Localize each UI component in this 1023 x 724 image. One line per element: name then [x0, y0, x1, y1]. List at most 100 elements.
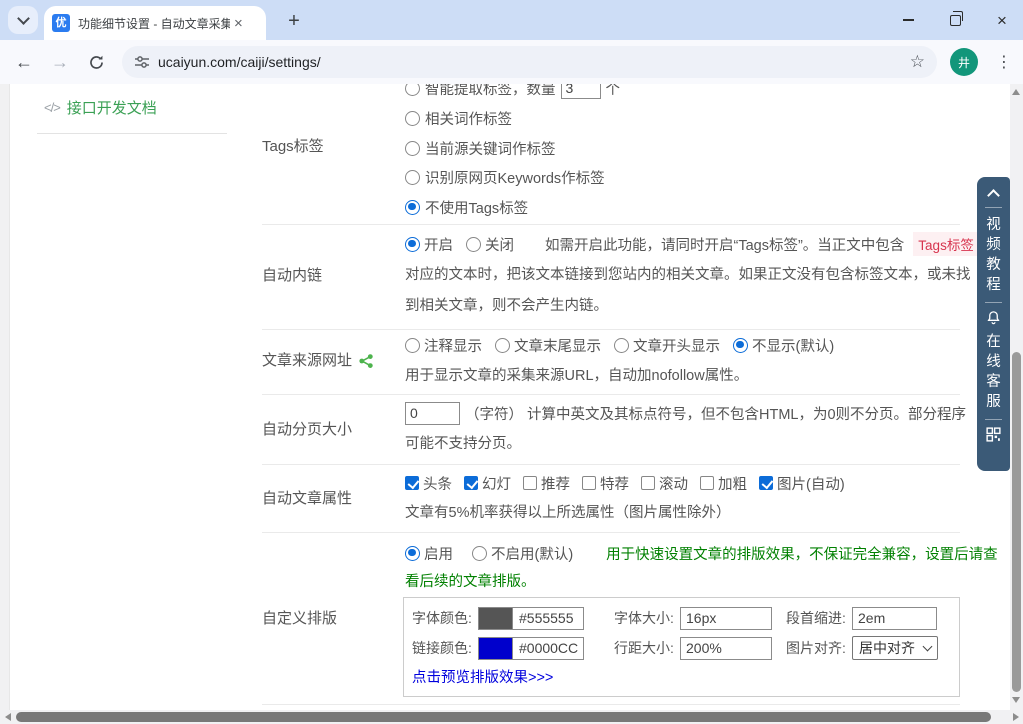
tab-close-icon[interactable]: ×: [234, 15, 243, 32]
indent-input[interactable]: [852, 607, 937, 630]
sidebar-item-label[interactable]: 接口开发文档: [67, 97, 157, 118]
font-color-value[interactable]: #555555: [513, 608, 583, 629]
font-size-input[interactable]: [680, 607, 772, 630]
bell-icon[interactable]: [986, 310, 1001, 325]
source-option-header[interactable]: 文章开头显示: [614, 335, 720, 356]
checkbox-checked-icon[interactable]: [464, 476, 478, 490]
forward-button[interactable]: →: [47, 49, 73, 75]
scroll-right-arrow[interactable]: [1013, 713, 1019, 721]
radio-icon[interactable]: [405, 141, 420, 156]
scroll-down-arrow[interactable]: [1012, 697, 1020, 703]
checkbox-checked-icon[interactable]: [759, 476, 773, 490]
link-color-field[interactable]: #0000CC: [478, 637, 584, 660]
img-align-select[interactable]: 居中对齐: [852, 636, 938, 660]
preview-layout-link[interactable]: 点击预览排版效果>>>: [412, 666, 553, 687]
attr-image-auto[interactable]: 图片(自动): [759, 473, 845, 494]
attr-bold[interactable]: 加粗: [700, 473, 747, 494]
innerlink-on-option[interactable]: 开启: [405, 234, 453, 255]
option-label: 关闭: [485, 234, 514, 255]
window-restore-button[interactable]: [932, 0, 978, 40]
page-content: </> 接口开发文档 Tags标签 智能提取标签，数量 个 相关词作标签 当前源…: [0, 84, 1023, 724]
browser-window: 优 功能细节设置 - 自动文章采集器 × + × ← →: [0, 0, 1023, 724]
select-value: 居中对齐: [859, 638, 915, 658]
panel-divider: [985, 302, 1002, 303]
line-height-input[interactable]: [680, 637, 772, 660]
attr-featured[interactable]: 特荐: [582, 473, 629, 494]
source-option-comment[interactable]: 注释显示: [405, 335, 482, 356]
row-divider: [262, 532, 960, 533]
page-left-gutter: [0, 84, 10, 710]
attr-recommend[interactable]: 推荐: [523, 473, 570, 494]
attr-scroll[interactable]: 滚动: [641, 473, 688, 494]
radio-icon[interactable]: [405, 338, 420, 353]
checkbox-icon[interactable]: [641, 476, 655, 490]
tab-search-button[interactable]: [8, 6, 38, 34]
link-color-swatch[interactable]: [479, 638, 513, 659]
checkbox-icon[interactable]: [582, 476, 596, 490]
checkbox-icon[interactable]: [523, 476, 537, 490]
radio-checked-icon[interactable]: [405, 200, 420, 215]
site-settings-icon[interactable]: [134, 54, 150, 70]
online-service-button[interactable]: 在线客服: [986, 332, 1002, 412]
profile-avatar[interactable]: 井: [950, 48, 978, 76]
radio-icon[interactable]: [472, 546, 487, 561]
reload-button[interactable]: [83, 49, 109, 75]
row-divider: [262, 394, 960, 395]
back-button[interactable]: ←: [11, 49, 37, 75]
row-divider: [262, 329, 960, 330]
share-icon: [358, 353, 374, 369]
radio-icon[interactable]: [405, 84, 420, 96]
line-height-label: 行距大小:: [614, 638, 680, 658]
radio-icon[interactable]: [466, 237, 481, 252]
horizontal-scrollbar-thumb[interactable]: [16, 712, 991, 722]
url-text[interactable]: ucaiyun.com/caiji/settings/: [158, 54, 910, 70]
video-tutorial-button[interactable]: 视频教程: [986, 215, 1002, 295]
active-tab[interactable]: 优 功能细节设置 - 自动文章采集器 ×: [44, 6, 266, 40]
font-color-label: 字体颜色:: [412, 608, 478, 628]
radio-checked-icon[interactable]: [405, 546, 420, 561]
radio-checked-icon[interactable]: [733, 338, 748, 353]
tags-highlight-badge: Tags标签: [913, 232, 979, 256]
attrs-checkbox-line: 头条 幻灯 推荐 特荐 滚动 加粗: [405, 472, 845, 494]
pagination-size-input[interactable]: [405, 402, 460, 425]
attr-headline[interactable]: 头条: [405, 473, 452, 494]
font-color-swatch[interactable]: [479, 608, 513, 629]
link-color-value[interactable]: #0000CC: [513, 638, 583, 659]
new-tab-button[interactable]: +: [280, 7, 308, 35]
font-color-field[interactable]: #555555: [478, 607, 584, 630]
radio-icon[interactable]: [405, 111, 420, 126]
scroll-up-arrow[interactable]: [1012, 89, 1020, 95]
radio-checked-icon[interactable]: [405, 237, 420, 252]
tags-count-input[interactable]: [561, 84, 601, 99]
checkbox-checked-icon[interactable]: [405, 476, 419, 490]
layout-off-option[interactable]: 不启用(默认): [472, 543, 573, 564]
innerlink-off-option[interactable]: 关闭: [466, 234, 514, 255]
source-option-footer[interactable]: 文章末尾显示: [495, 335, 601, 356]
option-label: 启用: [424, 543, 453, 564]
chevron-up-icon[interactable]: [987, 189, 1000, 202]
bookmark-star-icon[interactable]: ☆: [910, 52, 925, 72]
layout-settings-box: 字体颜色: #555555 字体大小: 段首缩进: 链接颜色: #0000CC …: [403, 597, 960, 697]
browser-menu-icon[interactable]: ⋮: [995, 49, 1013, 75]
font-size-label: 字体大小:: [614, 608, 680, 628]
scroll-left-arrow[interactable]: [5, 713, 11, 721]
source-option-hidden[interactable]: 不显示(默认): [733, 335, 834, 356]
qr-code-icon[interactable]: [986, 427, 1001, 442]
checkbox-label: 加粗: [718, 473, 747, 494]
pagination-line1: （字符） 计算中英文及其标点符号，但不包含HTML，为0则不分页。部分程序: [405, 401, 966, 425]
sidebar-item-api-doc[interactable]: </> 接口开发文档: [44, 97, 157, 118]
radio-icon[interactable]: [405, 170, 420, 185]
radio-icon[interactable]: [495, 338, 510, 353]
attr-slide[interactable]: 幻灯: [464, 473, 511, 494]
window-close-button[interactable]: ×: [979, 0, 1023, 40]
checkbox-icon[interactable]: [700, 476, 714, 490]
tags-option-page-keywords: 识别原网页Keywords作标签: [405, 166, 605, 188]
radio-icon[interactable]: [614, 338, 629, 353]
floating-side-panel: 视频教程 在线客服: [977, 177, 1010, 471]
window-minimize-button[interactable]: [885, 0, 931, 40]
vertical-scrollbar-thumb[interactable]: [1012, 352, 1021, 692]
layout-on-option[interactable]: 启用: [405, 543, 453, 564]
option-label: 文章末尾显示: [514, 335, 601, 356]
option-label: 文章开头显示: [633, 335, 720, 356]
address-bar[interactable]: ucaiyun.com/caiji/settings/ ☆: [122, 46, 937, 78]
